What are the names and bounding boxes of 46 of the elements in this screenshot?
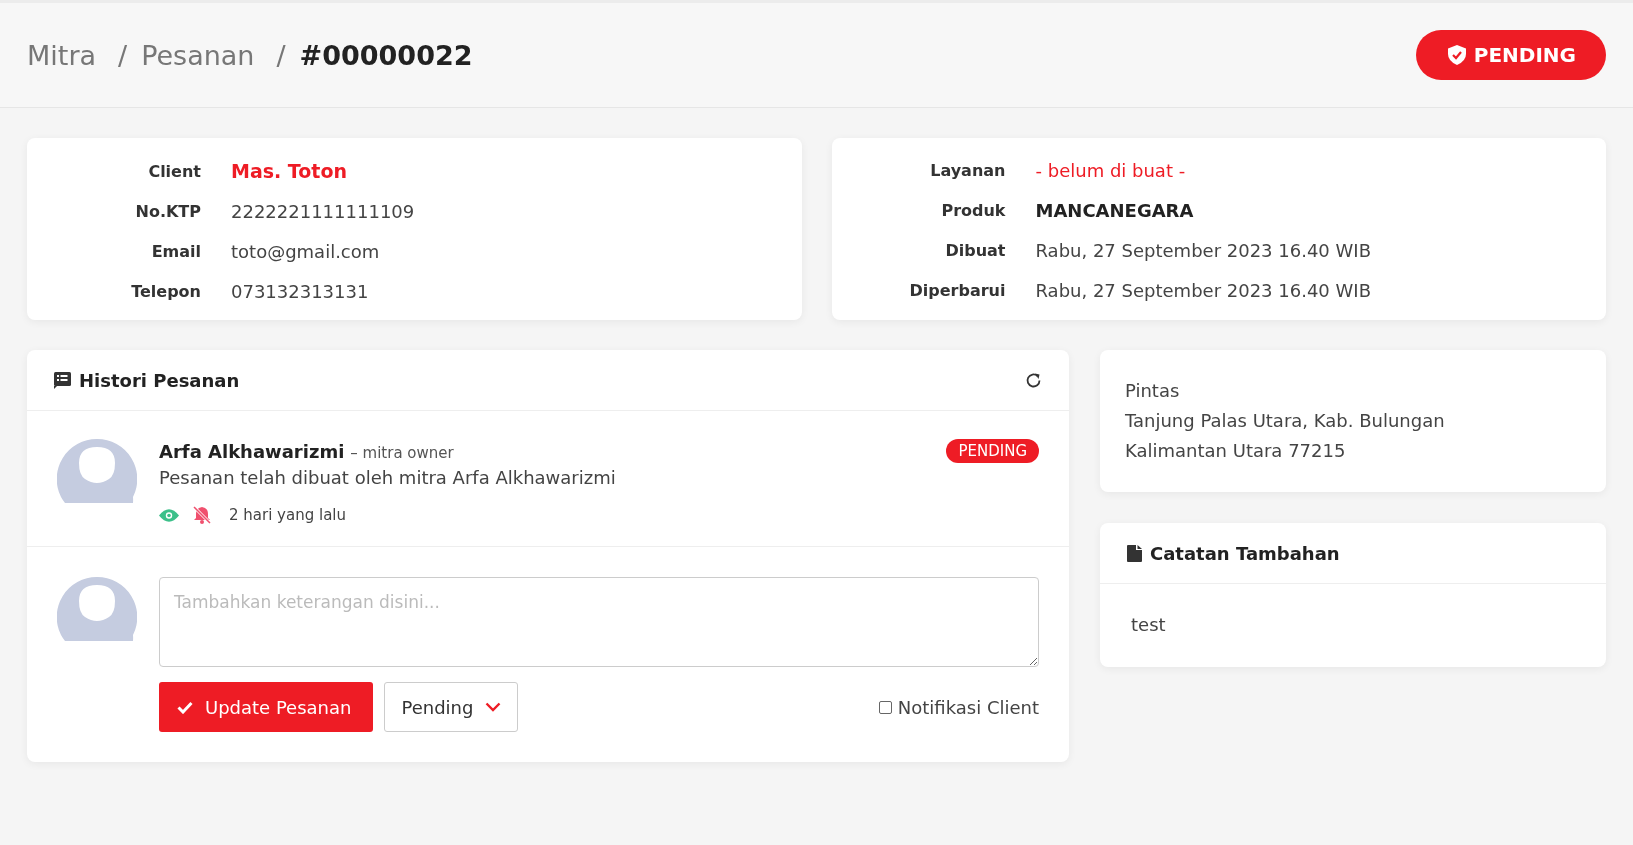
address-line: Tanjung Palas Utara, Kab. Bulungan bbox=[1125, 409, 1446, 433]
status-badge: PENDING bbox=[946, 439, 1039, 463]
shield-check-icon bbox=[1447, 45, 1466, 65]
field-label: Produk bbox=[940, 201, 1006, 220]
status-dropdown[interactable]: Pending bbox=[384, 682, 519, 732]
field-value: 2222221111111109 bbox=[231, 201, 416, 222]
breadcrumb-link[interactable]: Pesanan bbox=[141, 39, 255, 71]
author-name: Arfa Alkhawarizmi bbox=[159, 440, 345, 462]
comment-field[interactable]: Tambahkan keterangan disini... bbox=[159, 577, 1039, 667]
field-label: Layanan bbox=[929, 161, 1006, 180]
update-button[interactable]: Update Pesanan bbox=[159, 682, 374, 732]
field-value: MANCANEGARA bbox=[1035, 200, 1195, 221]
field-value: Rabu, 27 September 2023 16.40 WIB bbox=[1035, 240, 1372, 261]
check-icon bbox=[177, 700, 193, 714]
field-label: Diperbarui bbox=[908, 281, 1006, 300]
avatar-silhouette-icon bbox=[57, 577, 137, 644]
breadcrumb-separator: / bbox=[276, 39, 286, 71]
field-value: 073132313131 bbox=[231, 281, 370, 302]
field-label: Email bbox=[150, 242, 201, 261]
card-title: Catatan Tambahan bbox=[1150, 542, 1340, 564]
note-text: test bbox=[1130, 613, 1167, 637]
refresh-icon[interactable] bbox=[1025, 371, 1042, 389]
field-label: Dibuat bbox=[944, 241, 1006, 260]
field-value: Rabu, 27 September 2023 16.40 WIB bbox=[1035, 280, 1372, 301]
status-badge[interactable]: PENDING bbox=[1415, 30, 1606, 80]
timestamp: 2 hari yang lalu bbox=[229, 506, 346, 524]
checkbox-label: Notifikasi Client bbox=[897, 696, 1039, 718]
breadcrumb-current: #00000022 bbox=[299, 39, 473, 71]
author-role: – mitra owner bbox=[350, 443, 454, 462]
address-line: Pintas bbox=[1125, 379, 1181, 403]
list-icon bbox=[54, 371, 71, 389]
field-label: Telepon bbox=[130, 282, 201, 301]
avatar-silhouette-icon bbox=[57, 439, 137, 506]
card-title: Histori Pesanan bbox=[79, 369, 240, 391]
field-value: toto@gmail.com bbox=[231, 241, 381, 262]
notify-checkbox[interactable] bbox=[878, 700, 892, 714]
breadcrumb-link[interactable]: Mitra bbox=[27, 39, 97, 71]
field-value: Mas. Toton bbox=[231, 160, 349, 182]
address-line: Kalimantan Utara 77215 bbox=[1125, 439, 1347, 463]
field-label: Client bbox=[147, 161, 201, 181]
field-value: - belum di buat - bbox=[1035, 160, 1187, 181]
chevron-down-icon bbox=[485, 702, 502, 712]
history-message: Pesanan telah dibuat oleh mitra Arfa Alkhawarizmi bbox=[159, 467, 617, 488]
breadcrumb-separator: / bbox=[118, 39, 128, 71]
document-icon bbox=[1127, 544, 1142, 562]
field-label: No.KTP bbox=[134, 202, 201, 221]
